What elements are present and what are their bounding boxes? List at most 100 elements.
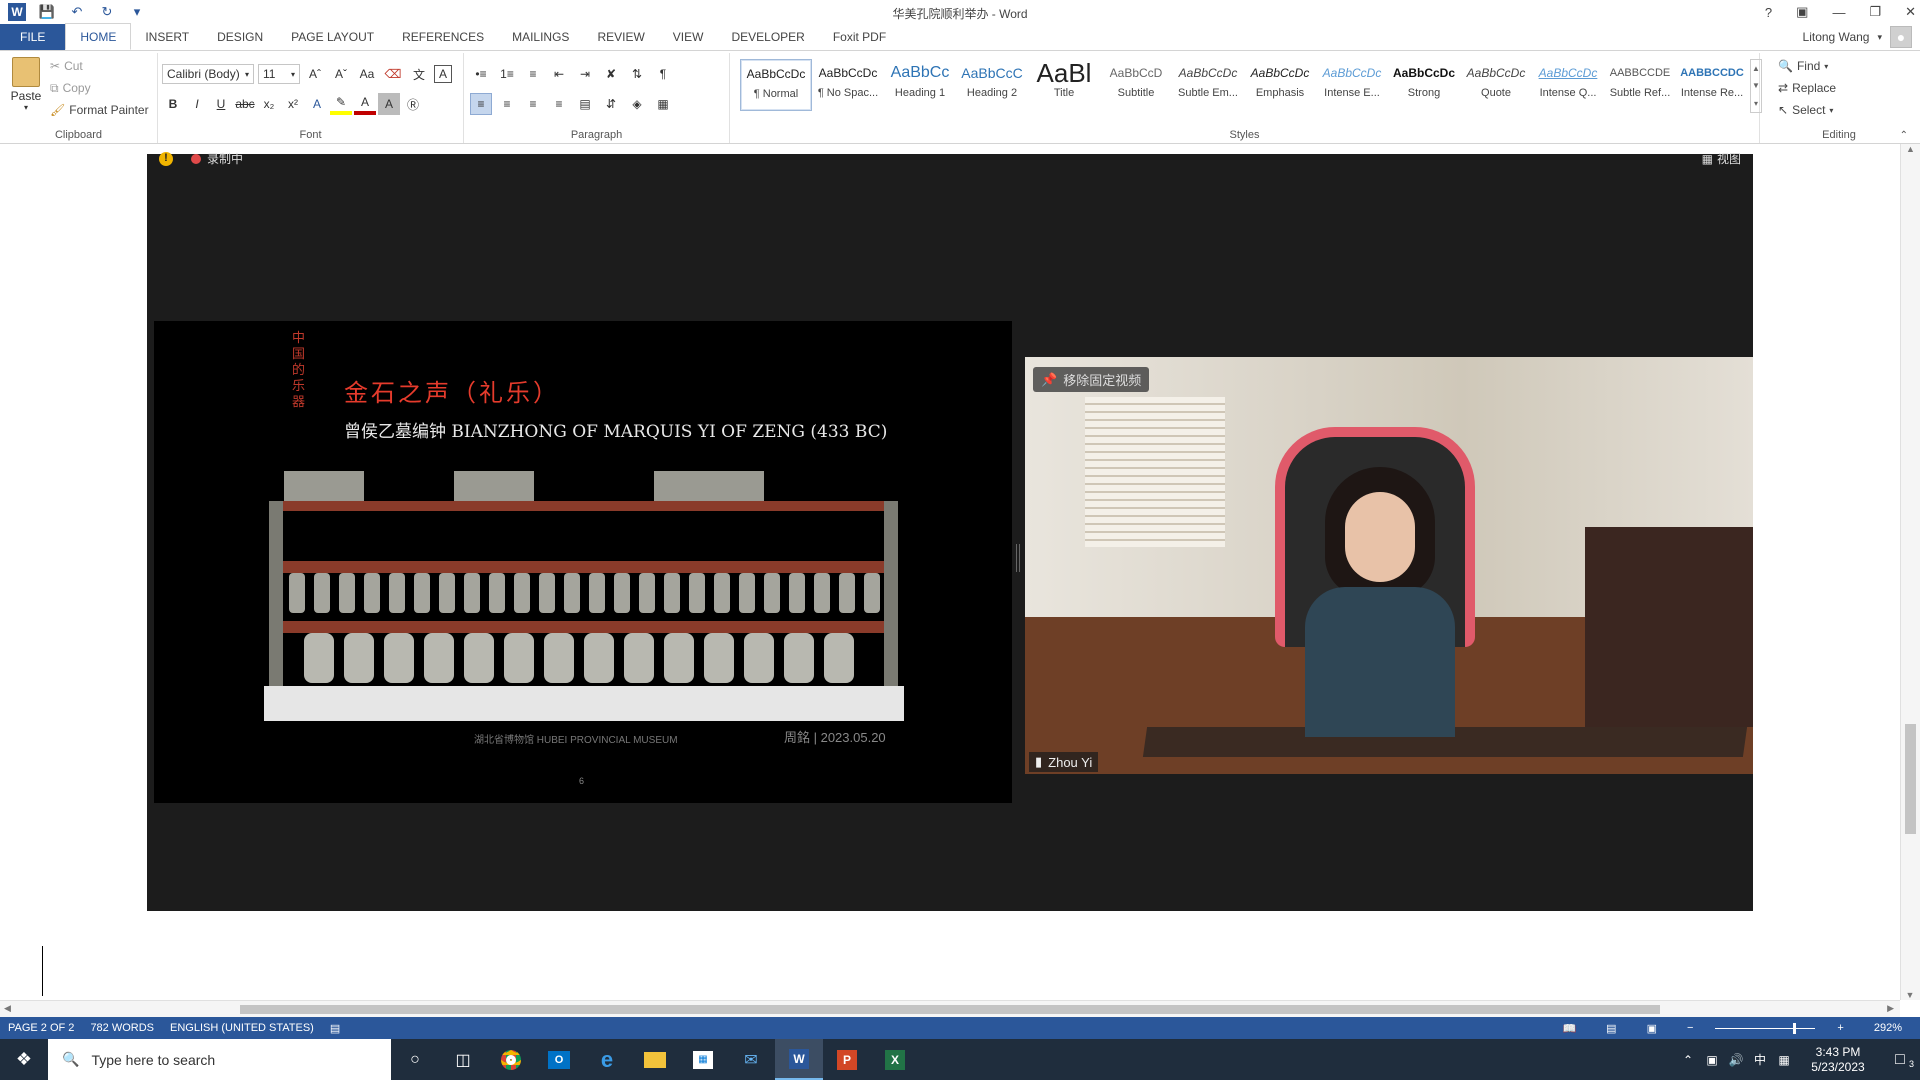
horizontal-scrollbar[interactable]: ◀ ▶ — [0, 1000, 1900, 1017]
chinese-layout-icon[interactable]: ✘ — [600, 63, 622, 85]
font-name-combo[interactable]: Calibri (Body) ▾ — [162, 64, 254, 84]
font-color-icon[interactable]: A — [354, 93, 376, 115]
taskbar-search-box[interactable]: 🔍 Type here to search — [48, 1039, 391, 1080]
help-icon[interactable]: ? — [1765, 5, 1772, 20]
excel-icon[interactable]: X — [871, 1039, 919, 1080]
edge-icon[interactable]: e — [583, 1039, 631, 1080]
style-item[interactable]: AaBbCcDc ¶ No Spac... — [812, 59, 884, 111]
borders-icon[interactable]: ▦ — [652, 93, 674, 115]
redo-icon[interactable]: ↻ — [98, 3, 116, 21]
shrink-font-icon[interactable]: Aˇ — [330, 63, 352, 85]
justify-icon[interactable]: ≡ — [548, 93, 570, 115]
restore-button[interactable]: ❐ — [1869, 4, 1881, 20]
align-center-icon[interactable]: ≡ — [496, 93, 518, 115]
network-icon[interactable]: ▣ — [1700, 1053, 1724, 1067]
align-right-icon[interactable]: ≡ — [522, 93, 544, 115]
scroll-up-icon[interactable]: ▲ — [1752, 64, 1760, 73]
undo-icon[interactable]: ↶ — [68, 3, 86, 21]
sort-icon[interactable]: ⇅ — [626, 63, 648, 85]
zoom-thumb[interactable] — [1793, 1022, 1797, 1034]
clock[interactable]: 3:43 PM 5/23/2023 — [1796, 1045, 1880, 1075]
close-button[interactable]: ✕ — [1905, 4, 1916, 20]
task-view-icon[interactable]: ◫ — [439, 1039, 487, 1080]
scroll-up-icon[interactable]: ▲ — [1901, 144, 1920, 154]
select-button[interactable]: ↖ Select ▾ — [1778, 99, 1836, 121]
numbering-icon[interactable]: 1≡ — [496, 63, 518, 85]
notifications-button[interactable]: □ 3 — [1880, 1051, 1920, 1069]
tab-home[interactable]: HOME — [65, 23, 132, 50]
tab-references[interactable]: REFERENCES — [388, 24, 498, 50]
zoom-slider[interactable] — [1715, 1022, 1816, 1034]
ribbon-display-icon[interactable]: ▣ — [1796, 4, 1808, 20]
avatar[interactable]: ● — [1890, 26, 1912, 48]
bold-icon[interactable]: B — [162, 93, 184, 115]
tab-insert[interactable]: INSERT — [131, 24, 203, 50]
style-item[interactable]: AaBl Title — [1028, 59, 1100, 111]
scroll-down-icon[interactable]: ▼ — [1752, 81, 1760, 90]
splitter-handle[interactable] — [1016, 544, 1020, 572]
clear-formatting-icon[interactable]: ⌫ — [382, 63, 404, 85]
page-count[interactable]: PAGE 2 OF 2 — [0, 1022, 82, 1034]
multilevel-list-icon[interactable]: ≡ — [522, 63, 544, 85]
text-effects-icon[interactable]: A — [306, 93, 328, 115]
cortana-icon[interactable]: ○ — [391, 1039, 439, 1080]
chrome-icon[interactable] — [487, 1039, 535, 1080]
scroll-thumb[interactable] — [240, 1005, 1660, 1014]
style-item[interactable]: AABBCCDC Intense Re... — [1676, 59, 1748, 111]
font-size-combo[interactable]: 11 ▾ — [258, 64, 300, 84]
show-marks-icon[interactable]: ¶ — [652, 63, 674, 85]
more-styles-icon[interactable]: ▾ — [1754, 99, 1758, 108]
collapse-ribbon-icon[interactable]: ⌃ — [1900, 130, 1908, 141]
enclose-characters-icon[interactable]: Ⓡ — [402, 93, 424, 115]
character-border-icon[interactable]: A — [434, 65, 452, 83]
style-item[interactable]: AaBbCc Heading 1 — [884, 59, 956, 111]
scroll-thumb[interactable] — [1905, 724, 1916, 834]
word-count[interactable]: 782 WORDS — [82, 1022, 162, 1034]
user-account[interactable]: Litong Wang ▾ ● — [1803, 26, 1912, 48]
character-shading-icon[interactable]: A — [378, 93, 400, 115]
tab-page-layout[interactable]: PAGE LAYOUT — [277, 24, 388, 50]
superscript-icon[interactable]: x² — [282, 93, 304, 115]
powerpoint-icon[interactable]: P — [823, 1039, 871, 1080]
cut-button[interactable]: ✂ Cut — [50, 55, 149, 77]
style-item[interactable]: AaBbCcDc Subtle Em... — [1172, 59, 1244, 111]
tab-file[interactable]: FILE — [0, 24, 66, 50]
format-painter-button[interactable]: 🖌 Format Painter — [50, 99, 149, 121]
tray-overflow-icon[interactable]: ⌃ — [1676, 1053, 1700, 1067]
macro-record-icon[interactable]: ▤ — [322, 1022, 348, 1035]
calendar-icon[interactable]: ▦ — [1772, 1053, 1796, 1067]
style-item[interactable]: AaBbCcC Heading 2 — [956, 59, 1028, 111]
italic-icon[interactable]: I — [186, 93, 208, 115]
zoom-level[interactable]: 292% — [1866, 1022, 1910, 1034]
decrease-indent-icon[interactable]: ⇤ — [548, 63, 570, 85]
scroll-right-icon[interactable]: ▶ — [1887, 1003, 1894, 1014]
style-item[interactable]: AABBCCDE Subtle Ref... — [1604, 59, 1676, 111]
volume-icon[interactable]: 🔊 — [1724, 1053, 1748, 1067]
vertical-scrollbar[interactable]: ▲ ▼ — [1900, 144, 1920, 1000]
customize-qat-icon[interactable]: ▾ — [128, 3, 146, 21]
copy-button[interactable]: ⧉ Copy — [50, 77, 149, 99]
print-layout-icon[interactable]: ▤ — [1598, 1022, 1624, 1035]
line-spacing-icon[interactable]: ⇵ — [600, 93, 622, 115]
store-icon[interactable]: ▦ — [679, 1039, 727, 1080]
document-area[interactable]: ! 录制中 ▦ 视图 中国的乐器 金石之声（礼乐） 曾侯乙墓编钟 BIANZHON… — [0, 144, 1900, 1000]
replace-button[interactable]: ⇄ Replace — [1778, 77, 1836, 99]
find-button[interactable]: 🔍 Find ▾ — [1778, 55, 1836, 77]
tab-design[interactable]: DESIGN — [203, 24, 277, 50]
pin-video-button[interactable]: 📌 移除固定视频 — [1033, 367, 1150, 392]
strikethrough-icon[interactable]: abc — [234, 93, 256, 115]
grow-font-icon[interactable]: Aˆ — [304, 63, 326, 85]
style-item[interactable]: AaBbCcDc Intense Q... — [1532, 59, 1604, 111]
underline-icon[interactable]: U — [210, 93, 232, 115]
outlook-icon[interactable]: O — [535, 1039, 583, 1080]
windows-start-icon[interactable]: ❖ — [0, 1039, 48, 1080]
shading-icon[interactable]: ◈ — [626, 93, 648, 115]
zoom-in-icon[interactable]: + — [1829, 1022, 1851, 1034]
word-taskbar-icon[interactable]: W — [775, 1039, 823, 1080]
style-item[interactable]: AaBbCcDc Emphasis — [1244, 59, 1316, 111]
minimize-button[interactable]: — — [1832, 5, 1845, 20]
style-item[interactable]: AaBbCcDc Strong — [1388, 59, 1460, 111]
style-item[interactable]: AaBbCcDc Quote — [1460, 59, 1532, 111]
distributed-icon[interactable]: ▤ — [574, 93, 596, 115]
file-explorer-icon[interactable] — [631, 1039, 679, 1080]
